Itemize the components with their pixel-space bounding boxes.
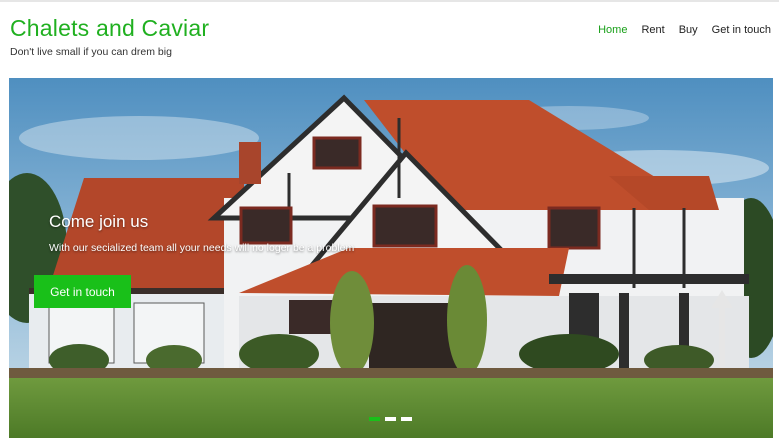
hero-heading: Come join us [49,212,149,231]
hero-slider: Come join us With our secialized team al… [9,78,773,438]
hero-house-image [9,78,773,438]
nav-item-buy[interactable]: Buy [679,24,698,36]
main-nav: Home Rent Buy Get in touch [598,24,771,36]
site-tagline: Don't live small if you can drem big [10,46,172,58]
get-in-touch-button[interactable]: Get in touch [34,275,131,308]
slider-dots [369,417,412,421]
site-header: Chalets and Caviar Don't live small if y… [0,2,779,76]
nav-item-get-in-touch[interactable]: Get in touch [712,24,771,36]
nav-item-home[interactable]: Home [598,24,627,36]
slider-dot-1[interactable] [369,417,380,421]
site-title[interactable]: Chalets and Caviar [10,15,209,42]
hero-subtext: With our secialized team all your needs … [49,242,355,254]
slider-dot-2[interactable] [385,417,396,421]
nav-item-rent[interactable]: Rent [641,24,664,36]
slider-dot-3[interactable] [401,417,412,421]
